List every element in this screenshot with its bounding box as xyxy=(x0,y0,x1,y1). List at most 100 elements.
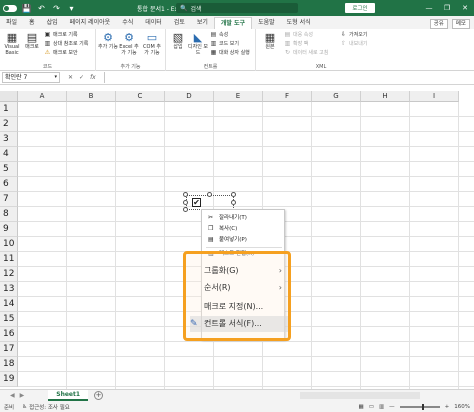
row-header-6[interactable]: 6 xyxy=(0,177,18,192)
resize-handle[interactable] xyxy=(183,207,188,212)
view-code-button[interactable]: ▥ 코드 보기 xyxy=(210,40,239,47)
zoom-in-button[interactable]: + xyxy=(445,404,450,410)
row-header-16[interactable]: 16 xyxy=(0,327,18,342)
macro-button[interactable]: ▤ 매크로 xyxy=(22,31,42,51)
tab-home[interactable]: 홈 xyxy=(23,17,41,29)
column-header-i[interactable]: I xyxy=(410,91,459,102)
login-button[interactable]: 로그인 xyxy=(345,3,375,13)
expansion-pack-button[interactable]: ▥ 확장 팩 xyxy=(284,40,309,47)
tab-file[interactable]: 파일 xyxy=(0,17,23,29)
undo-icon[interactable]: ↶ xyxy=(36,3,47,14)
sheet-tab-sheet1[interactable]: Sheet1 xyxy=(48,390,89,401)
autosave-toggle[interactable] xyxy=(3,4,17,12)
page-layout-view-icon[interactable]: ▭ xyxy=(369,404,374,410)
row-header-8[interactable]: 8 xyxy=(0,207,18,222)
row-header-5[interactable]: 5 xyxy=(0,162,18,177)
insert-control-button[interactable]: ▧ 삽입 xyxy=(168,31,188,51)
row-header-2[interactable]: 2 xyxy=(0,117,18,132)
row-header-9[interactable]: 9 xyxy=(0,222,18,237)
design-mode-button[interactable]: ◣ 디자인 모드 xyxy=(188,31,208,56)
column-header-a[interactable]: A xyxy=(18,91,67,102)
row-header-3[interactable]: 3 xyxy=(0,132,18,147)
column-header-d[interactable]: D xyxy=(165,91,214,102)
name-box[interactable]: 확인란 7 xyxy=(2,72,60,83)
resize-handle[interactable] xyxy=(231,192,236,197)
menu-item-assign-macro[interactable]: 매크로 지정(N)... xyxy=(190,299,288,315)
customize-toolbar-icon[interactable]: ▾ xyxy=(66,3,77,14)
row-header-7[interactable]: 7 xyxy=(0,192,18,207)
row-header-14[interactable]: 14 xyxy=(0,297,18,312)
horizontal-scrollbar[interactable] xyxy=(300,392,420,399)
close-icon[interactable]: ✕ xyxy=(456,4,474,12)
normal-view-icon[interactable]: ▦ xyxy=(359,404,364,410)
properties-button[interactable]: ▤ 속성 xyxy=(210,31,229,38)
column-header-b[interactable]: B xyxy=(67,91,116,102)
column-header-f[interactable]: F xyxy=(263,91,312,102)
row-header-10[interactable]: 10 xyxy=(0,237,18,252)
tab-view[interactable]: 보기 xyxy=(191,17,214,29)
column-header-h[interactable]: H xyxy=(361,91,410,102)
formula-input[interactable] xyxy=(103,72,472,83)
record-macro-button[interactable]: ▣ 매크로 기록 xyxy=(44,31,78,38)
macro-security-button[interactable]: ⚠ 매크로 보안 xyxy=(44,49,78,56)
addins-button[interactable]: ⚙ 추가 기능 xyxy=(98,31,118,51)
row-header-15[interactable]: 15 xyxy=(0,312,18,327)
resize-handle[interactable] xyxy=(207,192,212,197)
search-box[interactable]: 🔍 검색 xyxy=(176,3,298,13)
menu-item-order[interactable]: 순서(R) › xyxy=(190,280,288,296)
column-header-c[interactable]: C xyxy=(116,91,165,102)
resize-handle[interactable] xyxy=(183,192,188,197)
row-header-19[interactable]: 19 xyxy=(0,372,18,387)
tab-shape-format[interactable]: 도형 서식 xyxy=(281,17,317,29)
prev-sheet-icon[interactable]: ◀ xyxy=(10,392,15,399)
tab-review[interactable]: 검토 xyxy=(168,17,191,29)
excel-addins-button[interactable]: ⚙ Excel 추가 기능 xyxy=(119,31,139,56)
resize-handle[interactable] xyxy=(183,200,188,205)
tab-data[interactable]: 데이터 xyxy=(139,17,168,29)
row-header-13[interactable]: 13 xyxy=(0,282,18,297)
tab-formulas[interactable]: 수식 xyxy=(116,17,139,29)
checkbox[interactable]: ✔ xyxy=(192,198,201,207)
tab-help[interactable]: 도움말 xyxy=(252,17,281,29)
row-header-17[interactable]: 17 xyxy=(0,342,18,357)
column-header-e[interactable]: E xyxy=(214,91,263,102)
row-header-4[interactable]: 4 xyxy=(0,147,18,162)
resize-handle[interactable] xyxy=(231,200,236,205)
tab-insert[interactable]: 삽입 xyxy=(41,17,64,29)
row-header-1[interactable]: 1 xyxy=(0,102,18,117)
next-sheet-icon[interactable]: ▶ xyxy=(20,392,25,399)
insert-function-icon[interactable]: fx xyxy=(90,74,96,81)
com-addins-button[interactable]: ▭ COM 추가 기능 xyxy=(142,31,162,56)
row-header-11[interactable]: 11 xyxy=(0,252,18,267)
zoom-level[interactable]: 160% xyxy=(454,404,470,410)
tab-developer[interactable]: 개발 도구 xyxy=(213,17,253,29)
page-break-view-icon[interactable]: ▥ xyxy=(379,404,384,410)
accessibility-status[interactable]: ♿ 접근성: 조사 필요 xyxy=(22,403,70,411)
select-all-corner[interactable] xyxy=(0,91,18,102)
comments-button[interactable]: 메모 xyxy=(451,19,470,29)
zoom-slider[interactable] xyxy=(399,403,440,410)
run-dialog-button[interactable]: ▦ 대화 상자 실행 xyxy=(210,49,250,56)
zoom-out-button[interactable]: — xyxy=(389,404,395,410)
xml-export-button[interactable]: ⇧ 내보내기 xyxy=(340,40,367,47)
restore-icon[interactable]: ❐ xyxy=(438,4,456,12)
xml-source-button[interactable]: ▦ 원본 xyxy=(260,31,280,51)
menu-item-group[interactable]: 그룹화(G) › xyxy=(190,263,288,279)
visual-basic-button[interactable]: ▦ Visual Basic xyxy=(2,31,22,56)
menu-item-format-control[interactable]: ✎ 컨트롤 서식(F)... xyxy=(190,316,288,332)
minimize-icon[interactable]: — xyxy=(420,4,438,12)
save-icon[interactable]: 💾 xyxy=(21,3,32,14)
redo-icon[interactable]: ↷ xyxy=(51,3,62,14)
tab-page-layout[interactable]: 페이지 레이아웃 xyxy=(64,17,117,29)
map-properties-button[interactable]: ▤ 대응 속성 xyxy=(284,31,313,38)
relative-reference-button[interactable]: ▥ 상대 참조로 기록 xyxy=(44,40,89,47)
share-button[interactable]: 공유 xyxy=(429,19,448,29)
row-header-12[interactable]: 12 xyxy=(0,267,18,282)
xml-import-button[interactable]: ⇩ 가져오기 xyxy=(340,31,367,38)
column-header-g[interactable]: G xyxy=(312,91,361,102)
add-sheet-button[interactable]: + xyxy=(94,391,104,400)
cancel-icon[interactable]: ✕ xyxy=(68,74,73,81)
menu-item-paste[interactable]: ▤ 붙여넣기(P) xyxy=(202,234,284,246)
row-header-18[interactable]: 18 xyxy=(0,357,18,372)
enter-icon[interactable]: ✓ xyxy=(79,74,84,81)
